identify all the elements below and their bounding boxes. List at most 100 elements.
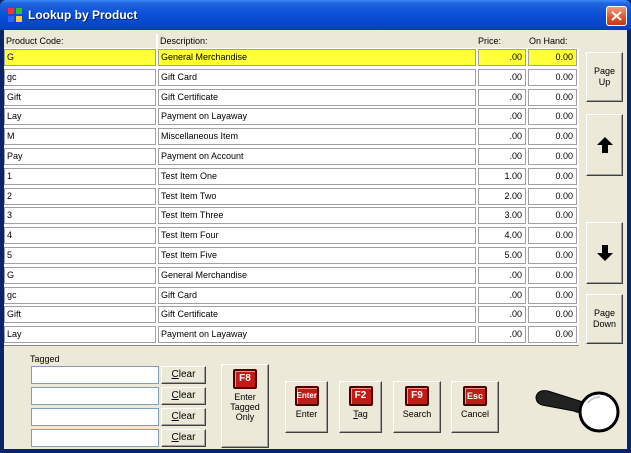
table-row[interactable]: G General Merchandise .00 0.00 — [4, 266, 579, 285]
table-row[interactable]: Lay Payment on Layaway .00 0.00 — [4, 107, 579, 126]
table-row[interactable]: 5 Test Item Five 5.00 0.00 — [4, 246, 579, 265]
tagged-input-2[interactable] — [31, 387, 159, 405]
title-bar[interactable]: Lookup by Product — [0, 0, 631, 30]
table-row[interactable]: Pay Payment on Account .00 0.00 — [4, 147, 579, 166]
product-code-cell: Lay — [4, 108, 156, 126]
table-row[interactable]: Lay Payment on Layaway .00 0.00 — [4, 325, 579, 344]
arrow-up-icon — [596, 137, 613, 153]
description-cell: Test Item Two — [158, 187, 476, 205]
header-description: Description: — [158, 34, 476, 48]
price-cell: .00 — [478, 266, 526, 284]
on-hand-cell: 0.00 — [528, 266, 577, 284]
page-down-button[interactable]: Page Down — [586, 294, 623, 344]
enter-button[interactable]: Enter Enter — [285, 381, 328, 433]
table-row[interactable]: 2 Test Item Two 2.00 0.00 — [4, 187, 579, 206]
table-row[interactable]: M Miscellaneous Item .00 0.00 — [4, 127, 579, 146]
description-cell: General Merchandise — [158, 49, 476, 66]
tag-button[interactable]: F2 Tag — [339, 381, 382, 433]
description-cell: Test Item Four — [158, 227, 476, 245]
table-row[interactable]: 3 Test Item Three 3.00 0.00 — [4, 206, 579, 225]
on-hand-cell: 0.00 — [528, 88, 577, 106]
tagged-input-4[interactable] — [31, 429, 159, 447]
enter-tagged-label-3: Only — [235, 412, 255, 422]
price-cell: .00 — [478, 326, 526, 344]
product-code-cell: Pay — [4, 148, 156, 165]
product-code-cell: 3 — [4, 207, 156, 225]
on-hand-cell: 0.00 — [528, 207, 577, 225]
on-hand-cell: 0.00 — [528, 148, 577, 165]
tagged-label: Tagged — [30, 354, 60, 364]
price-cell: 4.00 — [478, 227, 526, 245]
product-grid[interactable]: Product Code: Description: Price: On Han… — [4, 34, 579, 346]
price-cell: .00 — [478, 148, 526, 165]
clear-button-1[interactable]: Clear — [161, 366, 206, 384]
header-product-code: Product Code: — [4, 34, 156, 48]
scroll-up-button[interactable] — [586, 114, 623, 176]
product-code-cell: M — [4, 128, 156, 146]
f8-key-icon: F8 — [233, 369, 257, 389]
table-row[interactable]: gc Gift Card .00 0.00 — [4, 286, 579, 305]
table-row[interactable]: G General Merchandise .00 0.00 — [4, 48, 579, 67]
on-hand-cell: 0.00 — [528, 108, 577, 126]
price-cell: .00 — [478, 108, 526, 126]
enter-tagged-only-button[interactable]: F8 Enter Tagged Only — [221, 364, 269, 448]
price-cell: .00 — [478, 306, 526, 324]
magnifying-glass-icon — [535, 390, 620, 433]
page-down-label-2: Down — [592, 319, 616, 329]
on-hand-cell: 0.00 — [528, 128, 577, 146]
search-button[interactable]: F9 Search — [393, 381, 441, 433]
product-code-cell: G — [4, 49, 156, 66]
on-hand-cell: 0.00 — [528, 167, 577, 185]
cancel-button[interactable]: Esc Cancel — [451, 381, 499, 433]
scroll-down-button[interactable] — [586, 222, 623, 284]
enter-label: Enter — [295, 409, 318, 419]
table-row[interactable]: Gift Gift Certificate .00 0.00 — [4, 88, 579, 107]
table-row[interactable]: Gift Gift Certificate .00 0.00 — [4, 305, 579, 324]
product-code-cell: gc — [4, 68, 156, 86]
description-cell: Payment on Account — [158, 148, 476, 165]
window-title: Lookup by Product — [28, 8, 138, 22]
header-price: Price: — [476, 34, 526, 48]
clear-button-4[interactable]: Clear — [161, 429, 206, 447]
description-cell: Test Item One — [158, 167, 476, 185]
clear-button-3[interactable]: Clear — [161, 408, 206, 426]
tagged-input-3[interactable] — [31, 408, 159, 426]
description-cell: Gift Certificate — [158, 88, 476, 106]
price-cell: 2.00 — [478, 187, 526, 205]
f2-key-icon: F2 — [348, 386, 373, 406]
page-up-label-1: Page — [593, 66, 616, 76]
description-cell: Miscellaneous Item — [158, 128, 476, 146]
close-icon — [611, 11, 622, 21]
on-hand-cell: 0.00 — [528, 49, 577, 66]
product-code-cell: 2 — [4, 187, 156, 205]
table-row[interactable]: 4 Test Item Four 4.00 0.00 — [4, 226, 579, 245]
on-hand-cell: 0.00 — [528, 326, 577, 344]
tag-label: Tag — [353, 409, 368, 419]
product-code-cell: 4 — [4, 227, 156, 245]
page-up-button[interactable]: Page Up — [586, 52, 623, 102]
on-hand-cell: 0.00 — [528, 68, 577, 86]
product-code-cell: G — [4, 266, 156, 284]
page-up-label-2: Up — [598, 77, 611, 87]
price-cell: .00 — [478, 49, 526, 66]
f9-key-icon: F9 — [405, 386, 429, 406]
enter-tagged-label-2: Tagged — [230, 402, 260, 412]
table-row[interactable]: 1 Test Item One 1.00 0.00 — [4, 167, 579, 186]
price-cell: 3.00 — [478, 207, 526, 225]
product-code-cell: Gift — [4, 306, 156, 324]
close-button[interactable] — [606, 6, 627, 26]
header-on-hand: On Hand: — [526, 34, 579, 48]
client-area: Product Code: Description: Price: On Han… — [4, 30, 627, 449]
description-cell: Gift Card — [158, 68, 476, 86]
price-cell: .00 — [478, 286, 526, 304]
clear-button-2[interactable]: Clear — [161, 387, 206, 405]
description-cell: Payment on Layaway — [158, 108, 476, 126]
arrow-down-icon — [596, 245, 613, 261]
price-cell: .00 — [478, 128, 526, 146]
tagged-input-1[interactable] — [31, 366, 159, 384]
description-cell: Payment on Layaway — [158, 326, 476, 344]
table-row[interactable]: gc Gift Card .00 0.00 — [4, 68, 579, 87]
price-cell: .00 — [478, 68, 526, 86]
description-cell: Gift Card — [158, 286, 476, 304]
on-hand-cell: 0.00 — [528, 247, 577, 264]
